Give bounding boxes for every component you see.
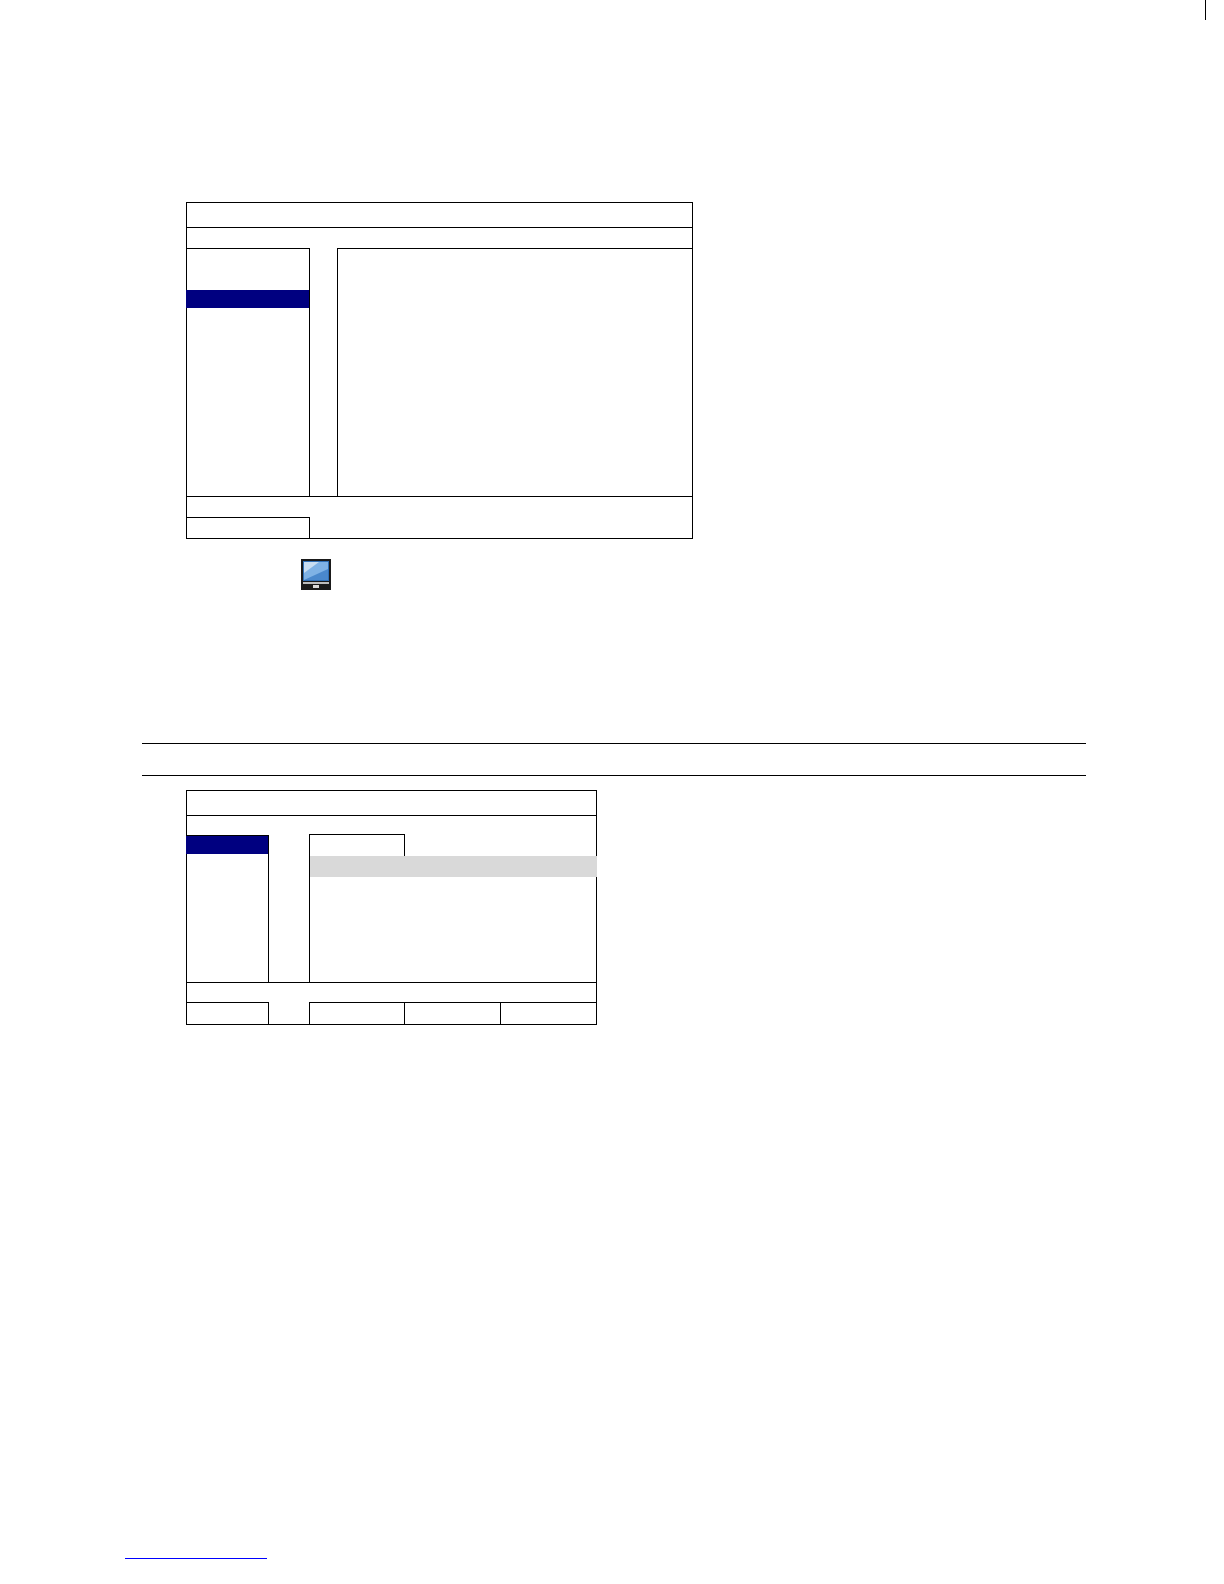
- page-margin-marker: [1205, 0, 1206, 20]
- bottom-divider: [187, 982, 596, 983]
- submenu-list: [186, 835, 269, 983]
- tab-content-panel: [309, 856, 597, 983]
- bottom-button-exit[interactable]: [186, 517, 310, 539]
- submenu-item-selected[interactable]: [186, 836, 268, 854]
- bottom-button-left[interactable]: [186, 1002, 269, 1025]
- monitor-icon: [301, 559, 331, 590]
- menu-dialog-1: [186, 202, 693, 539]
- bottom-button-2[interactable]: [404, 1002, 501, 1025]
- bottom-divider: [187, 496, 692, 497]
- content-panel: [337, 248, 693, 497]
- dialog-title-bar-divider: [187, 227, 692, 228]
- dialog-title-bar-divider: [187, 815, 596, 816]
- tab-active[interactable]: [309, 834, 405, 857]
- menu-item-selected[interactable]: [186, 290, 309, 308]
- bottom-button-3[interactable]: [500, 1002, 597, 1025]
- section-rule-top: [142, 743, 1086, 744]
- menu-dialog-2: [186, 790, 597, 1025]
- list-row-highlight[interactable]: [310, 856, 597, 877]
- footer-link-underline[interactable]: [125, 1558, 267, 1559]
- bottom-button-1[interactable]: [309, 1002, 405, 1025]
- menu-list: [186, 248, 310, 497]
- section-rule-bottom: [142, 775, 1086, 776]
